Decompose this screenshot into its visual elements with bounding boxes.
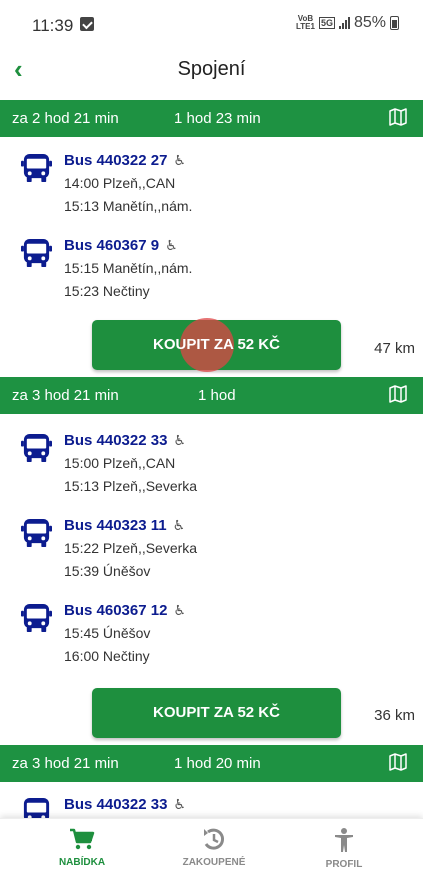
- trip-duration: 1 hod 23 min: [174, 110, 261, 127]
- trip-leg: Bus 440322 33 ♿: [0, 792, 423, 818]
- battery-icon: [390, 16, 399, 30]
- bus-icon: [21, 518, 52, 548]
- arrival-stop: 15:39 Úněšov: [64, 563, 151, 579]
- trip-distance: 47 km: [374, 340, 415, 357]
- connection-header[interactable]: za 3 hod 21 min 1 hod: [0, 377, 423, 414]
- trip-leg: Bus 440322 33 ♿ 15:00 Plzeň,,CAN 15:13 Pl…: [0, 428, 423, 508]
- wheelchair-icon: ♿: [173, 152, 186, 168]
- departure-wait: za 3 hod 21 min: [12, 755, 119, 772]
- connection-header[interactable]: za 2 hod 21 min 1 hod 23 min: [0, 100, 423, 137]
- history-icon: [204, 828, 224, 850]
- nav-item-offer[interactable]: NABÍDKA: [22, 827, 142, 868]
- arrival-stop: 16:00 Nečtiny: [64, 648, 150, 664]
- trip-leg: Bus 440322 27 ♿ 14:00 Plzeň,,CAN 15:13 Ma…: [0, 148, 423, 228]
- bus-line[interactable]: Bus 440322 33 ♿: [64, 432, 186, 449]
- trip-duration: 1 hod 20 min: [174, 755, 261, 772]
- wheelchair-icon: ♿: [173, 432, 186, 448]
- departure-stop: 15:22 Plzeň,,Severka: [64, 540, 198, 556]
- trip-leg: Bus 440323 11 ♿ 15:22 Plzeň,,Severka 15:3…: [0, 513, 423, 593]
- bus-icon: [21, 603, 52, 633]
- notification-icon: [80, 17, 94, 31]
- nav-label: NABÍDKA: [58, 857, 106, 868]
- battery-percent: 85%: [353, 14, 386, 31]
- wheelchair-icon: ♿: [173, 796, 186, 812]
- buy-ticket-button[interactable]: KOUPIT ZA 52 KČ: [92, 318, 341, 372]
- arrival-stop: 15:23 Nečtiny: [64, 283, 150, 299]
- connection-header[interactable]: za 3 hod 21 min 1 hod 20 min: [0, 745, 423, 782]
- departure-stop: 15:00 Plzeň,,CAN: [64, 455, 176, 471]
- arrival-stop: 15:13 Manětín,,nám.: [64, 198, 193, 214]
- buy-ticket-label: KOUPIT ZA 52 KČ: [153, 336, 280, 353]
- departure-wait: za 3 hod 21 min: [12, 387, 119, 404]
- bus-line[interactable]: Bus 440322 33 ♿: [64, 796, 186, 813]
- map-icon[interactable]: [389, 108, 407, 126]
- trip-duration: 1 hod: [198, 387, 236, 404]
- bus-line[interactable]: Bus 440323 11 ♿: [64, 517, 185, 534]
- trip-leg: Bus 460367 9 ♿ 15:15 Manětín,,nám. 15:23 …: [0, 233, 423, 313]
- 5g-icon: 5G: [318, 17, 335, 29]
- person-icon: [335, 828, 353, 852]
- nav-label: ZAKOUPENÉ: [182, 857, 246, 868]
- trip-leg: Bus 460367 12 ♿ 15:45 Úněšov 16:00 Nečtin…: [0, 598, 423, 678]
- map-icon[interactable]: [389, 753, 407, 771]
- trip-distance: 36 km: [374, 707, 415, 724]
- nav-label: PROFIL: [325, 859, 363, 870]
- wheelchair-icon: ♿: [165, 237, 178, 253]
- signal-icon: [338, 17, 350, 29]
- departure-wait: za 2 hod 21 min: [12, 110, 119, 127]
- cart-icon: [70, 828, 95, 850]
- bus-line[interactable]: Bus 440322 27 ♿: [64, 152, 186, 169]
- buy-ticket-button[interactable]: KOUPIT ZA 52 KČ: [92, 688, 341, 738]
- wheelchair-icon: ♿: [173, 602, 186, 618]
- departure-stop: 15:15 Manětín,,nám.: [64, 260, 193, 276]
- status-time: 11:39: [32, 16, 74, 35]
- wheelchair-icon: ♿: [172, 517, 186, 533]
- bus-icon: [21, 153, 52, 183]
- bus-line[interactable]: Bus 460367 9 ♿: [64, 237, 178, 254]
- page-title: Spojení: [177, 58, 246, 80]
- bus-line[interactable]: Bus 460367 12 ♿: [64, 602, 186, 619]
- bus-icon: [23, 797, 50, 818]
- bottom-navigation: NABÍDKA ZAKOUPENÉ PROFIL: [0, 818, 423, 883]
- nav-item-profile[interactable]: PROFIL: [284, 827, 404, 870]
- departure-stop: 15:45 Úněšov: [64, 625, 151, 641]
- buy-ticket-label: KOUPIT ZA 52 KČ: [153, 704, 280, 721]
- app-bar: ‹ Spojení: [0, 48, 423, 92]
- arrival-stop: 15:13 Plzeň,,Severka: [64, 478, 198, 494]
- network-type-icon: VoB LTE1: [295, 14, 315, 31]
- departure-stop: 14:00 Plzeň,,CAN: [64, 175, 176, 191]
- status-bar: 11:39 VoB LTE1 5G 85%: [0, 0, 423, 42]
- status-icons: VoB LTE1 5G 85%: [296, 14, 399, 32]
- map-icon[interactable]: [389, 385, 407, 403]
- bus-icon: [21, 433, 52, 463]
- nav-item-purchased[interactable]: ZAKOUPENÉ: [154, 827, 274, 868]
- bus-icon: [21, 238, 52, 268]
